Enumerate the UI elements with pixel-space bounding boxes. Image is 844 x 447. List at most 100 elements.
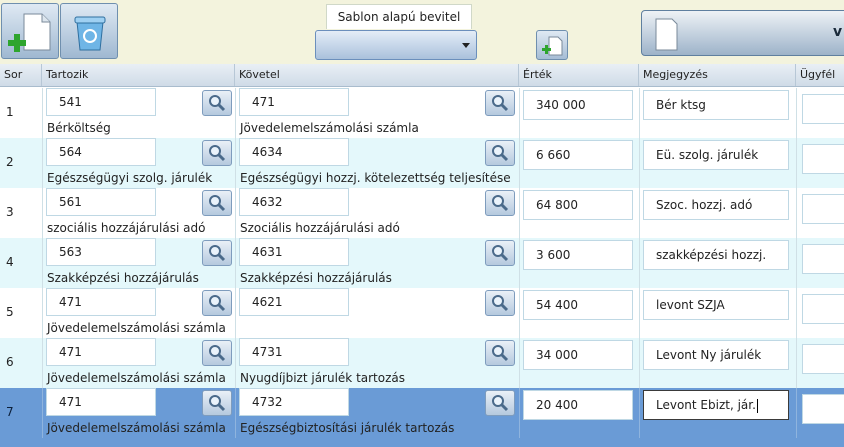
kovetel-search-button[interactable] [485,390,515,416]
right-action-button[interactable]: v [641,10,844,56]
megjegyzes-value: Levont Ebizt, jár. [656,398,756,412]
magnifier-icon [209,395,226,412]
kovetel-account-input[interactable]: 4731 [239,338,349,366]
grid-bottom-edge [0,438,844,447]
magnifier-icon [209,195,226,212]
tartozik-account-name: Egészségügyi szolg. járulék [47,171,213,185]
kovetel-search-button[interactable] [485,90,515,116]
magnifier-icon [492,345,509,362]
col-header-ugyfel[interactable]: Ügyfél [796,64,844,86]
magnifier-icon [209,345,226,362]
row-number: 5 [6,305,14,319]
tartozik-account-input[interactable]: 471 [46,288,156,316]
kovetel-account-input[interactable]: 4631 [239,238,349,266]
kovetel-search-button[interactable] [485,340,515,366]
col-header-kovetel[interactable]: Követel [235,64,519,86]
magnifier-icon [492,95,509,112]
megjegyzes-input[interactable]: Eü. szolg. járulék [643,140,789,170]
tartozik-account-input[interactable]: 471 [46,338,156,366]
kovetel-account-name: Nyugdíjbizt járulék tartozás [240,371,406,385]
magnifier-icon [209,95,226,112]
tartozik-search-button[interactable] [202,290,232,316]
table-row[interactable]: 3 561 szociális hozzájárulási adó 4632 S… [0,188,844,238]
row-number: 2 [6,155,14,169]
row-number: 4 [6,255,14,269]
new-entry-button[interactable] [1,3,59,59]
table-row[interactable]: 2 564 Egészségügyi szolg. járulék 4634 E… [0,138,844,188]
tartozik-account-input[interactable]: 471 [46,388,156,416]
tartozik-search-button[interactable] [202,90,232,116]
tartozik-account-name: Jövedelemelszámolási számla [47,421,226,435]
ugyfel-input[interactable] [802,94,844,124]
kovetel-account-name: Jövedelemelszámolási számla [240,121,419,135]
kovetel-search-button[interactable] [485,240,515,266]
tartozik-search-button[interactable] [202,190,232,216]
tartozik-account-input[interactable]: 563 [46,238,156,266]
magnifier-icon [492,245,509,262]
ertek-input[interactable]: 6 660 [523,140,633,170]
ugyfel-input[interactable] [802,394,844,424]
table-row[interactable]: 4 563 Szakképzési hozzájárulás 4631 Szak… [0,238,844,288]
tartozik-account-name: szociális hozzájárulási adó [47,221,206,235]
tartozik-account-input[interactable]: 541 [46,88,156,116]
table-row[interactable]: 6 471 Jövedelemelszámolási számla 4731 N… [0,338,844,388]
ertek-input[interactable]: 34 000 [523,340,633,370]
template-dropdown[interactable] [315,30,477,60]
ugyfel-input[interactable] [802,144,844,174]
chevron-down-icon [462,43,470,48]
kovetel-account-input[interactable]: 471 [239,88,349,116]
kovetel-search-button[interactable] [485,190,515,216]
text-caret [756,398,758,413]
document-icon [655,18,678,51]
ugyfel-input[interactable] [802,344,844,374]
megjegyzes-input[interactable]: Bér ktsg [643,90,789,120]
megjegyzes-input[interactable]: levont SZJA [643,290,789,320]
tartozik-search-button[interactable] [202,240,232,266]
delete-button[interactable] [60,3,118,59]
kovetel-account-input[interactable]: 4632 [239,188,349,216]
megjegyzes-input-active[interactable]: Levont Ebizt, jár. [643,390,789,420]
tartozik-account-input[interactable]: 561 [46,188,156,216]
ertek-input[interactable]: 20 400 [523,390,633,420]
col-header-ertek[interactable]: Érték [519,64,639,86]
magnifier-icon [492,145,509,162]
ertek-input[interactable]: 54 400 [523,290,633,320]
kovetel-account-name: Szakképzési hozzájárulás [240,271,392,285]
row-number: 6 [6,355,14,369]
tartozik-search-button[interactable] [202,390,232,416]
tartozik-search-button[interactable] [202,340,232,366]
magnifier-icon [492,395,509,412]
ugyfel-input[interactable] [802,294,844,324]
megjegyzes-input[interactable]: Levont Ny járulék [643,340,789,370]
kovetel-account-input[interactable]: 4621 [239,288,349,316]
grid-header: Sor Tartozik Követel Érték Megjegyzés Üg… [0,64,844,87]
posting-grid: Sor Tartozik Követel Érték Megjegyzés Üg… [0,64,844,447]
col-header-sor[interactable]: Sor [0,64,42,86]
new-document-add-icon [8,13,51,52]
col-header-tartozik[interactable]: Tartozik [42,64,235,86]
table-row[interactable]: 1 541 Bérköltség 471 Jövedelemelszámolás… [0,88,844,138]
megjegyzes-input[interactable]: szakképzési hozzj. [643,240,789,270]
tartozik-account-input[interactable]: 564 [46,138,156,166]
magnifier-icon [209,145,226,162]
kovetel-account-name: Egészségügyi hozzj. kötelezettség teljes… [240,171,511,185]
kovetel-account-input[interactable]: 4732 [239,388,349,416]
col-header-megjegyzes[interactable]: Megjegyzés [639,64,796,86]
small-add-document-icon [542,36,563,56]
kovetel-search-button[interactable] [485,290,515,316]
ertek-input[interactable]: 340 000 [523,90,633,120]
ugyfel-input[interactable] [802,194,844,224]
table-row-selected[interactable]: 7 471 Jövedelemelszámolási számla 4732 E… [0,388,844,438]
kovetel-account-input[interactable]: 4634 [239,138,349,166]
tartozik-search-button[interactable] [202,140,232,166]
ertek-input[interactable]: 3 600 [523,240,633,270]
ertek-input[interactable]: 64 800 [523,190,633,220]
add-template-row-button[interactable] [536,30,568,60]
table-row[interactable]: 5 471 Jövedelemelszámolási számla 4621 5… [0,288,844,338]
magnifier-icon [492,295,509,312]
row-number: 7 [6,405,14,419]
toolbar: Sablon alapú bevitel v [0,0,844,65]
kovetel-search-button[interactable] [485,140,515,166]
megjegyzes-input[interactable]: Szoc. hozzj. adó [643,190,789,220]
ugyfel-input[interactable] [802,244,844,274]
